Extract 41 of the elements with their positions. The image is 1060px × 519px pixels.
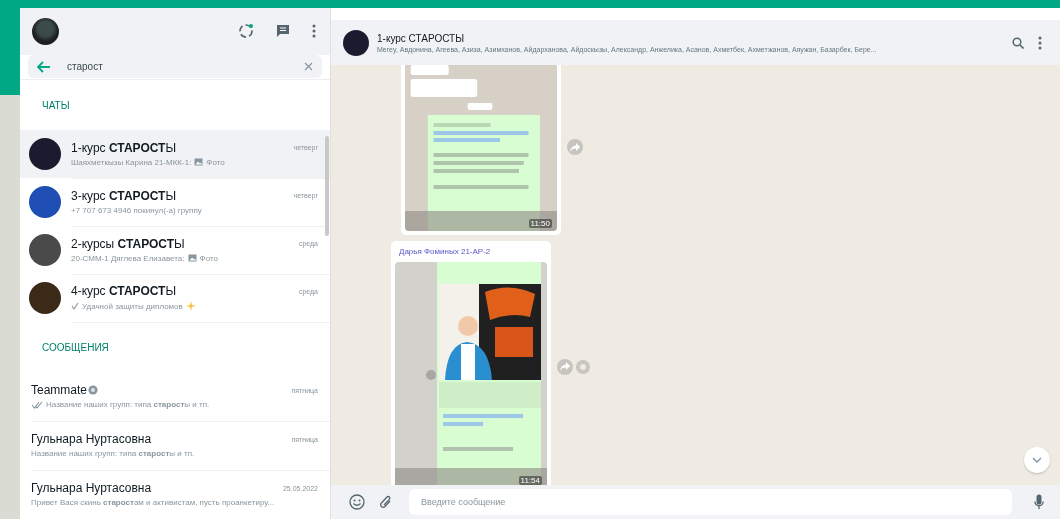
message-preview: Привет Вася скинь старостам и активистам, пусть проанкетиру... (31, 498, 275, 507)
chat-name: 1-курс СТАРОСТЫ (71, 140, 177, 155)
search-icon[interactable] (1012, 36, 1024, 49)
message-preview: Удачной защиты дипломов (82, 301, 183, 311)
chat-name: 4-курс СТАРОСТЫ (71, 284, 177, 298)
attach-icon[interactable] (379, 494, 393, 510)
profile-avatar[interactable] (32, 17, 59, 45)
section-label: ЧАТЫ (42, 99, 70, 111)
message-preview: Фото (199, 253, 218, 263)
status-icon[interactable] (238, 23, 254, 40)
message-preview: Фото (206, 157, 225, 167)
image-message[interactable]: 11:50 (401, 65, 561, 235)
menu-icon[interactable] (1038, 35, 1042, 50)
sender-name: Дарья Фоминых 21-АР-2 (398, 246, 492, 258)
chat-icon[interactable] (276, 24, 290, 39)
close-icon[interactable] (304, 62, 313, 72)
group-avatar[interactable] (343, 29, 369, 56)
chat-title: 1-курс СТАРОСТЫ (377, 32, 466, 44)
chat-name: 2-курсы СТАРОСТЫ (71, 236, 185, 251)
message-preview: Название наших групп: типа старосты и тп. (31, 449, 195, 458)
message-time: 11:54 (518, 476, 542, 485)
back-arrow-icon[interactable] (37, 60, 51, 73)
message-sender: Шаяхметкызы Карина 21-МКК-1: (71, 157, 192, 167)
message-time: 11:50 (528, 219, 552, 228)
search-field[interactable]: старост (28, 55, 322, 79)
menu-icon[interactable] (312, 24, 316, 39)
chevron-down-icon (1032, 457, 1042, 463)
image-message[interactable]: Дарья Фоминых 21-АР-2 11:54 (391, 241, 551, 485)
emoji-icon[interactable] (349, 494, 365, 510)
chat-name: Teammate (31, 383, 88, 397)
message-sender: 20-СММ-1 Дяглева Елизавета: (71, 253, 185, 263)
chat-name: 3-курс СТАРОСТЫ (71, 188, 177, 203)
forward-icon (570, 142, 580, 152)
forward-icon (560, 362, 570, 371)
message-preview: Название наших групп: типа старосты и тп. (46, 400, 210, 409)
message-preview: +7 707 673 4946 покинул(-а) группу (71, 205, 202, 215)
message-input[interactable]: Введите сообщение (409, 489, 1012, 515)
section-label: СООБЩЕНИЯ (42, 341, 109, 353)
microphone-icon[interactable] (1034, 494, 1044, 510)
chat-name: Гульнара Нуртасовна (31, 432, 152, 446)
chat-name: Гульнара Нуртасовна (31, 481, 152, 495)
